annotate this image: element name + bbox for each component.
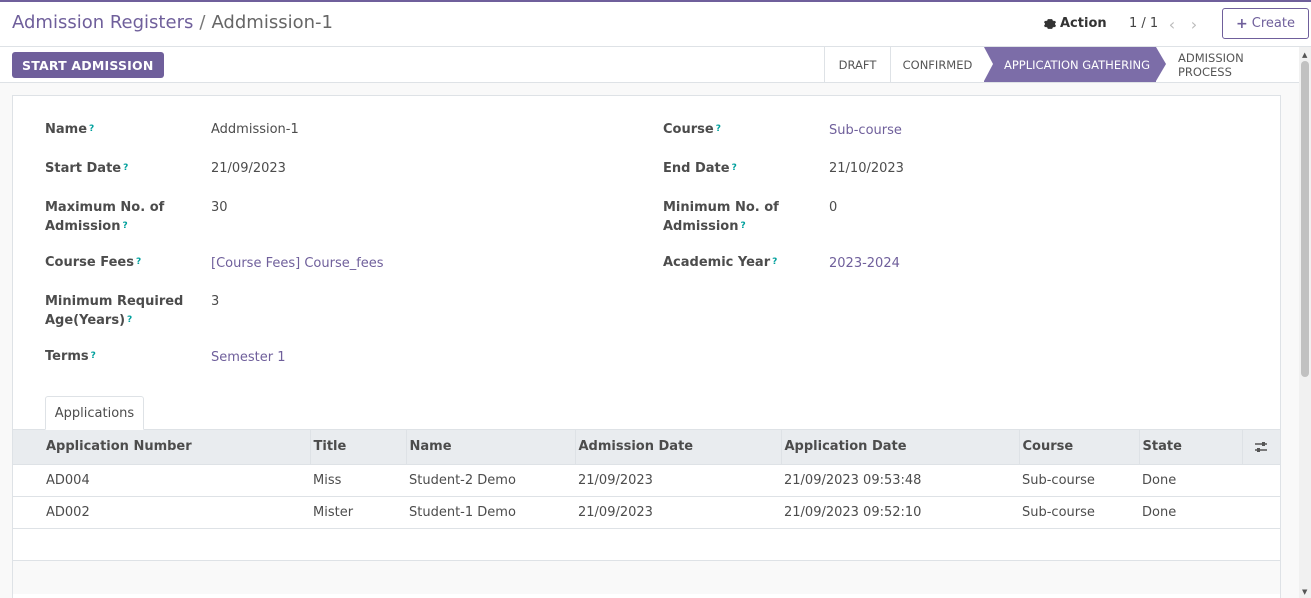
create-label: Create [1251,16,1295,31]
course-label: Course? [663,122,721,137]
name-label: Name? [45,122,95,137]
academic-year-link[interactable]: 2023-2024 [829,254,900,273]
help-icon[interactable]: ? [716,124,721,134]
cell-empty [1242,495,1280,528]
control-panel: Admission Registers / Addmission-1 Action … [0,2,1311,47]
col-admission-date[interactable]: Admission Date [574,430,781,464]
empty-row [13,527,1280,560]
breadcrumb-parent-link[interactable]: Admission Registers [12,12,193,33]
help-icon[interactable]: ? [123,163,128,173]
help-icon[interactable]: ? [741,221,746,231]
min-admission-value: 0 [829,200,838,215]
min-age-label: Minimum Required Age(Years)? [45,294,184,328]
cell-admission-date: 21/09/2023 [575,463,781,496]
cell-state: Done [1139,495,1242,528]
action-label: Action [1060,16,1107,31]
stage-label: APPLICATION GATHERING [1004,57,1150,72]
course-fees-link[interactable]: [Course Fees] Course_fees [211,254,384,273]
help-icon[interactable]: ? [732,163,737,173]
course-link[interactable]: Sub-course [829,121,902,140]
name-value: Addmission-1 [211,122,299,137]
col-application-date[interactable]: Application Date [780,430,1019,464]
status-bar: START ADMISSION DRAFT CONFIRMED APPLICAT… [0,47,1299,83]
pager-previous-button[interactable]: ‹ [1164,11,1180,37]
form-sheet: Name? Addmission-1 Start Date? 21/09/202… [12,95,1281,598]
optional-columns-toggle[interactable] [1241,430,1280,464]
cell-name: Student-1 Demo [406,495,575,528]
cell-admission-date: 21/09/2023 [575,495,781,528]
table-row[interactable]: AD002 Mister Student-1 Demo 21/09/2023 2… [13,495,1280,528]
stage-application-gathering[interactable]: APPLICATION GATHERING [984,47,1166,82]
stage-confirmed[interactable]: CONFIRMED [890,47,984,82]
cell-application-date: 21/09/2023 09:53:48 [781,463,1019,496]
academic-year-label: Academic Year? [663,255,778,270]
cell-course: Sub-course [1019,463,1139,496]
cell-state: Done [1139,463,1242,496]
cell-empty [1242,463,1280,496]
col-application-number[interactable]: Application Number [13,430,310,464]
cell-course: Sub-course [1019,495,1139,528]
max-admission-value: 30 [211,200,228,215]
create-button[interactable]: + Create [1222,8,1309,39]
cell-title: Miss [310,463,406,496]
help-icon[interactable]: ? [89,124,94,134]
pager-value[interactable]: 1 / 1 [1129,16,1158,31]
cell-application-number: AD004 [13,463,310,496]
help-icon[interactable]: ? [91,351,96,361]
help-icon[interactable]: ? [772,257,777,267]
gear-icon [1044,18,1056,29]
help-icon[interactable]: ? [127,315,132,325]
help-icon[interactable]: ? [136,257,141,267]
pager-next-button[interactable]: › [1186,11,1202,37]
cell-application-number: AD002 [13,495,310,528]
table-row[interactable]: AD004 Miss Student-2 Demo 21/09/2023 21/… [13,463,1280,496]
scroll-down-icon[interactable]: ▼ [1302,588,1307,596]
course-fees-label: Course Fees? [45,255,142,270]
col-name[interactable]: Name [405,430,575,464]
cell-application-date: 21/09/2023 09:52:10 [781,495,1019,528]
terms-label: Terms? [45,349,96,364]
scroll-up-icon[interactable]: ▲ [1302,51,1307,59]
col-title[interactable]: Title [309,430,406,464]
sliders-icon [1255,441,1268,452]
end-date-label: End Date? [663,161,737,176]
action-menu-button[interactable]: Action [1044,16,1107,31]
help-icon[interactable]: ? [123,221,128,231]
applications-table: Application Number Title Name Admission … [13,430,1280,594]
vertical-scrollbar[interactable]: ▲ ▼ [1299,47,1311,598]
col-state[interactable]: State [1138,430,1242,464]
breadcrumb-current: Addmission-1 [211,12,333,33]
min-admission-label: Minimum No. of Admission? [663,200,779,234]
plus-icon: + [1236,15,1248,32]
table-header-row: Application Number Title Name Admission … [13,430,1280,464]
breadcrumb-separator: / [199,12,206,33]
start-date-value: 21/09/2023 [211,161,286,176]
stage-draft[interactable]: DRAFT [824,47,890,82]
start-date-label: Start Date? [45,161,129,176]
min-age-value: 3 [211,294,220,309]
breadcrumb: Admission Registers / Addmission-1 [12,12,333,33]
stage-pipeline: DRAFT CONFIRMED APPLICATION GATHERING AD… [824,47,1299,82]
chevron-right-icon: › [1190,14,1198,34]
cell-name: Student-2 Demo [406,463,575,496]
col-course[interactable]: Course [1018,430,1139,464]
chevron-left-icon: ‹ [1168,14,1176,34]
stage-admission-process[interactable]: ADMISSION PROCESS [1156,47,1299,82]
empty-row [13,559,1280,594]
scrollbar-thumb[interactable] [1301,61,1309,377]
tab-applications[interactable]: Applications [45,396,144,430]
cell-title: Mister [310,495,406,528]
terms-link[interactable]: Semester 1 [211,348,286,367]
start-admission-button[interactable]: START ADMISSION [12,52,164,78]
max-admission-label: Maximum No. of Admission? [45,200,165,234]
end-date-value: 21/10/2023 [829,161,904,176]
